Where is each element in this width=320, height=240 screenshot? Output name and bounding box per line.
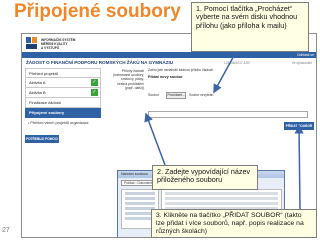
- file-name-input[interactable]: [148, 111, 308, 118]
- callout-step-2: 2. Zadejte vypovídající název přiloženéh…: [152, 165, 258, 190]
- form-status: Ve zpracování: [291, 61, 312, 65]
- sidebar-item-activity-a[interactable]: Aktivita A ✓: [25, 78, 101, 88]
- app-screenshot: INFORMAČNÍ SYSTÉM MĚŘENÍ KVALITY A VÝSTU…: [21, 33, 317, 238]
- app-logo: INFORMAČNÍ SYSTÉM MĚŘENÍ KVALITY A VÝSTU…: [26, 37, 112, 51]
- sidebar-item-label: Přehled projektů: [29, 71, 59, 76]
- sidebar-item-attachments[interactable]: Připojené soubory: [25, 108, 101, 118]
- help-button[interactable]: POTŘEBUJI POMOCI: [25, 135, 59, 143]
- file-row: Soubor Procházet... Soubor nevybrán.: [148, 92, 314, 100]
- file-label: Soubor: [148, 93, 159, 97]
- add-file-button[interactable]: PŘIDAT SOUBOR: [284, 122, 314, 130]
- browse-button[interactable]: Procházet...: [166, 92, 186, 99]
- form-title: ŽÁDOST O FINANČNÍ PODPORU ROMSKÝCH ŽÁKŮ …: [26, 60, 174, 65]
- sidebar-item-label: Finalizace žádosti: [29, 100, 61, 105]
- logo-text: INFORMAČNÍ SYSTÉM MĚŘENÍ KVALITY A VÝSTU…: [41, 38, 76, 50]
- sidebar-item-projects[interactable]: Přehled projektů: [25, 68, 101, 78]
- add-file-heading: Přidat nový soubor: [148, 75, 183, 79]
- empty-state-text: Zatím jste nenahráli žádnou přílohu žádo…: [148, 68, 214, 72]
- sidebar: Přehled projektů Aktivita A ✓ Aktivita B…: [25, 68, 101, 143]
- logout-link[interactable]: Odhlásit se: [297, 52, 314, 58]
- logo-icon: [26, 37, 37, 49]
- sidebar-item-label: Aktivita B: [29, 90, 46, 95]
- page-number: 27: [2, 227, 10, 234]
- attachments-description: Přílohy žádosti (nahrávané soubory, smlo…: [113, 69, 144, 90]
- all-projects-link[interactable]: • Přehled všech projektů organizace: [25, 121, 101, 125]
- no-file-text: Soubor nevybrán.: [189, 93, 215, 97]
- check-icon: ✓: [91, 89, 98, 96]
- top-nav-bar: Odhlásit se: [22, 52, 316, 58]
- attachments-panel: Zatím jste nenahráli žádnou přílohu žádo…: [148, 68, 314, 79]
- callout-step-1: 1. Pomocí tlačítka „Procházet“ vyberte n…: [191, 2, 309, 52]
- sidebar-item-finalization[interactable]: Finalizace žádosti: [25, 98, 101, 108]
- sidebar-item-activity-b[interactable]: Aktivita B ✓: [25, 88, 101, 98]
- form-id: 123456/2017-1/00: [224, 61, 250, 65]
- sidebar-item-label: Aktivita A: [29, 80, 46, 85]
- check-icon: ✓: [91, 79, 98, 86]
- slide-title: Připojené soubory: [14, 1, 181, 22]
- callout-step-3: 3. Klikněte na tlačítko „PŘIDAT SOUBOR“ …: [151, 209, 317, 238]
- sidebar-item-label: Připojené soubory: [29, 110, 65, 115]
